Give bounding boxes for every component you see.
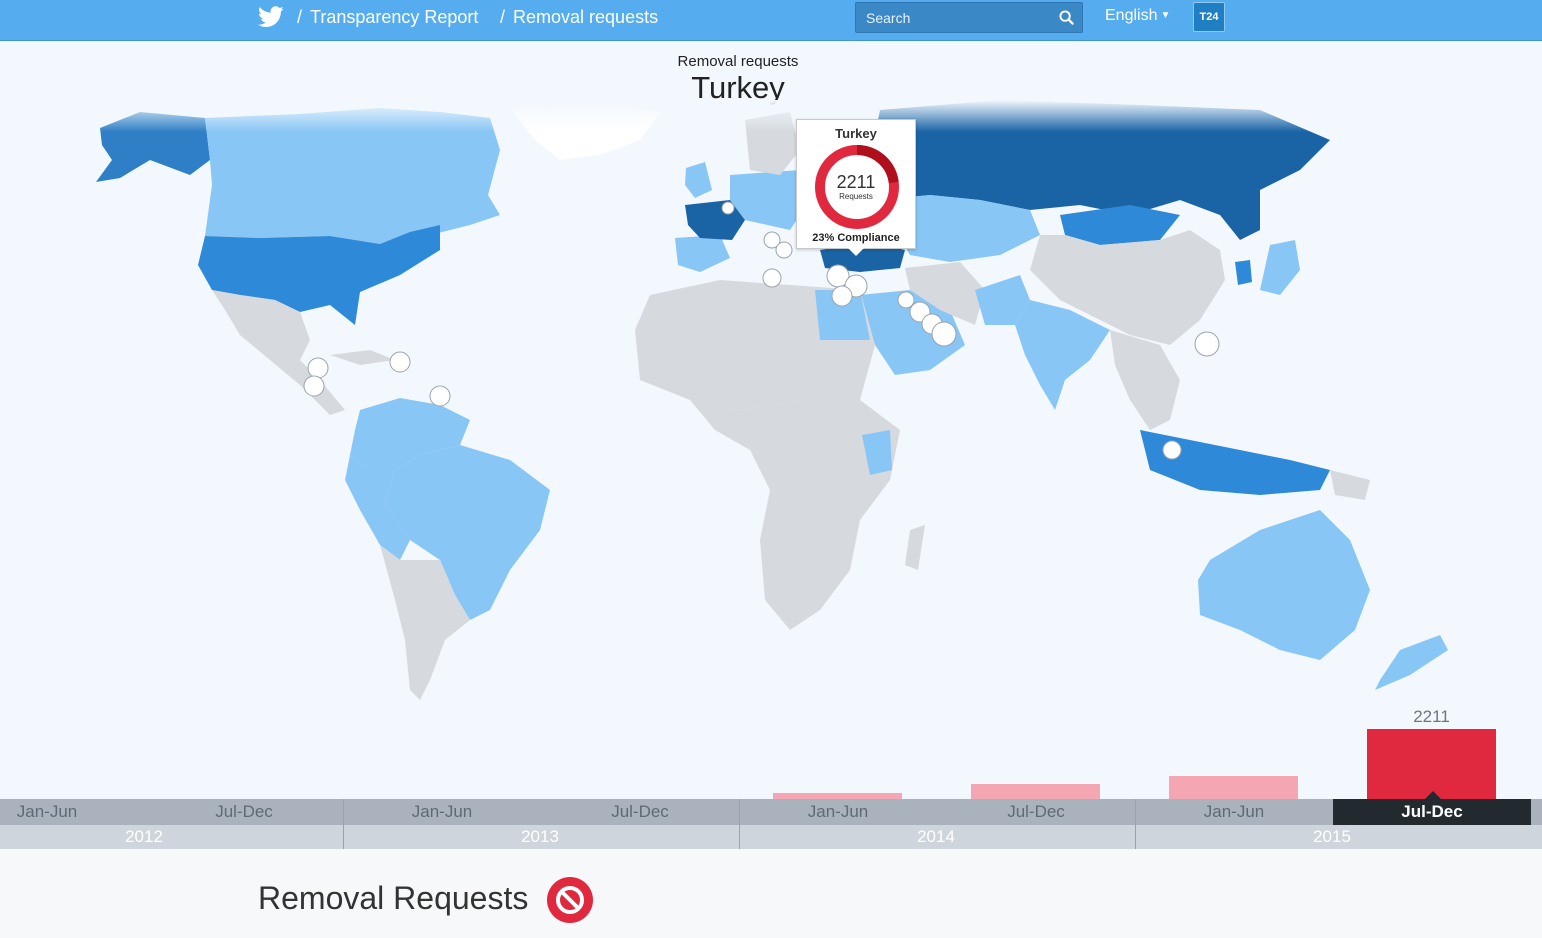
ban-icon[interactable] [546, 876, 594, 924]
account-avatar[interactable]: T24 [1193, 2, 1225, 32]
map-region-mexico [212, 290, 345, 415]
search-box [855, 2, 1083, 33]
marker-small-country [1194, 331, 1220, 357]
period-2012-jan-jun[interactable]: Jan-Jun [0, 802, 146, 822]
world-map[interactable] [0, 100, 1542, 720]
page-subtitle: Removal requests [677, 53, 799, 70]
period-2014-jan-jun[interactable]: Jan-Jun [739, 802, 937, 822]
period-2012-jul-dec[interactable]: Jul-Dec [145, 802, 343, 822]
marker-small-country [429, 385, 451, 407]
map-region-japan [1260, 240, 1300, 295]
marker-small-country [775, 241, 793, 259]
section-title: Removal Requests [258, 880, 529, 916]
tooltip-requests-count: 2211 [836, 172, 876, 192]
year-divider [1135, 799, 1136, 849]
chevron-down-icon: ▼ [1160, 10, 1171, 21]
search-input[interactable] [856, 3, 1056, 32]
map-region-greenland [510, 104, 660, 160]
year-2015[interactable]: 2015 [1134, 827, 1530, 847]
marker-small-country [307, 357, 329, 379]
period-2015-jul-dec-selected[interactable]: Jul-Dec [1333, 799, 1531, 825]
map-region-indonesia [1140, 430, 1330, 495]
tooltip-compliance: 23% Compliance [812, 232, 900, 244]
tooltip-requests-label: Requests [839, 192, 873, 201]
map-region-papua [1330, 470, 1370, 500]
selected-bar-value: 2211 [1413, 707, 1450, 726]
period-2015-jan-jun[interactable]: Jan-Jun [1135, 802, 1333, 822]
map-region-scandinavia [745, 112, 800, 175]
map-region-alaska [96, 112, 210, 182]
tooltip-country-name: Turkey [835, 126, 877, 141]
marker-small-country [762, 268, 782, 288]
breadcrumb-transparency-report[interactable]: / Transparency Report [297, 7, 478, 28]
period-2014-jul-dec[interactable]: Jul-Dec [937, 802, 1135, 822]
year-divider [739, 799, 740, 849]
tooltip-pointer [848, 248, 864, 256]
timeline-bar[interactable] [971, 784, 1100, 799]
top-navigation-bar: /Transparency Report /Removal requests E… [0, 0, 1542, 41]
twitter-bird-icon[interactable] [258, 6, 284, 28]
marker-small-country [831, 285, 853, 307]
map-region-uk [685, 162, 712, 198]
search-icon[interactable] [1059, 10, 1074, 25]
year-2013[interactable]: 2013 [342, 827, 738, 847]
map-region-canada [205, 108, 500, 244]
marker-small-country [1162, 440, 1182, 460]
map-region-cuba [330, 350, 395, 365]
year-2012[interactable]: 2012 [0, 827, 342, 847]
marker-small-country [303, 375, 325, 397]
country-tooltip: Turkey 2211 Requests 23% Compliance [796, 119, 916, 249]
map-region-australia [1198, 510, 1370, 660]
content-section [0, 849, 1542, 938]
year-2014[interactable]: 2014 [738, 827, 1134, 847]
map-region-new-zealand [1375, 635, 1448, 690]
period-2013-jul-dec[interactable]: Jul-Dec [541, 802, 739, 822]
map-region-se-asia [1110, 330, 1180, 430]
language-selector[interactable]: English ▼ [1105, 7, 1170, 25]
timeline-bar[interactable] [1367, 729, 1496, 799]
marker-small-country [721, 201, 735, 215]
breadcrumb-removal-requests[interactable]: / Removal requests [500, 7, 658, 28]
marker-small-country [389, 351, 411, 373]
selected-period-notch [1425, 791, 1441, 799]
map-region-korea [1235, 260, 1252, 285]
map-region-madagascar [905, 525, 925, 570]
marker-small-country [931, 321, 957, 347]
marker-small-country [897, 291, 915, 309]
map-region-spain [675, 235, 730, 272]
period-2013-jan-jun[interactable]: Jan-Jun [343, 802, 541, 822]
timeline-bar[interactable] [1169, 776, 1298, 799]
year-divider [343, 799, 344, 849]
